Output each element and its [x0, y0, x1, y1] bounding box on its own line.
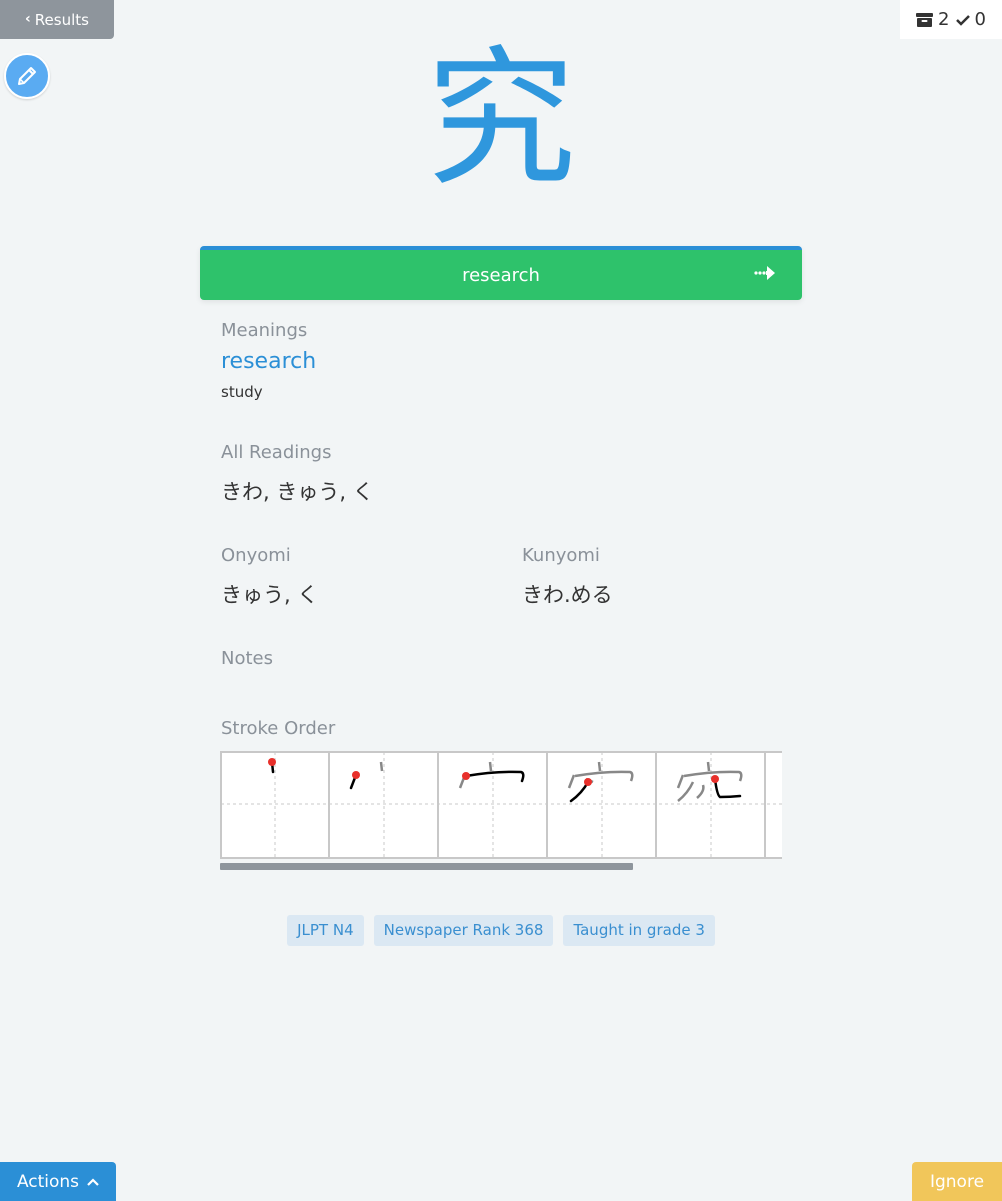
answer-bar[interactable]: research — [200, 246, 802, 300]
onyomi-heading: Onyomi — [221, 545, 291, 566]
secondary-meaning: study — [221, 383, 263, 401]
primary-meaning: research — [221, 349, 317, 374]
check-icon — [955, 14, 970, 26]
kunyomi-value: きわ.める — [522, 583, 613, 607]
kanji-tags: JLPT N4 Newspaper Rank 368 Taught in gra… — [0, 915, 1002, 946]
onyomi-value: きゅう, く — [221, 583, 319, 607]
done-count: 0 — [955, 9, 986, 30]
arrow-right-icon — [754, 266, 775, 280]
actions-label: Actions — [16, 1171, 80, 1192]
results-label: Results — [34, 10, 89, 29]
review-count: 2 — [916, 9, 950, 30]
actions-button[interactable]: Actions — [0, 1162, 116, 1201]
all-readings-value: きわ, きゅう, く — [221, 480, 374, 504]
chevron-left-icon: ‹ — [25, 11, 31, 27]
all-readings-heading: All Readings — [221, 442, 332, 463]
archive-icon — [916, 12, 934, 27]
kanji-character: 究 — [425, 33, 576, 207]
ignore-button[interactable]: Ignore — [912, 1162, 1002, 1201]
meanings-heading: Meanings — [221, 320, 308, 341]
tag-grade: Taught in grade 3 — [563, 915, 715, 946]
tag-jlpt: JLPT N4 — [287, 915, 364, 946]
stroke-order-scrollbar[interactable] — [220, 863, 633, 870]
kunyomi-heading: Kunyomi — [522, 545, 600, 566]
answer-text: research — [462, 264, 540, 286]
done-count-value: 0 — [974, 9, 986, 30]
stroke-order-diagram[interactable] — [220, 751, 782, 859]
ignore-label: Ignore — [929, 1171, 985, 1192]
tag-newspaper-rank: Newspaper Rank 368 — [373, 915, 554, 946]
review-count-value: 2 — [938, 9, 950, 30]
chevron-up-icon — [87, 1177, 99, 1186]
stroke-order-heading: Stroke Order — [221, 718, 336, 739]
notes-heading: Notes — [221, 648, 273, 669]
